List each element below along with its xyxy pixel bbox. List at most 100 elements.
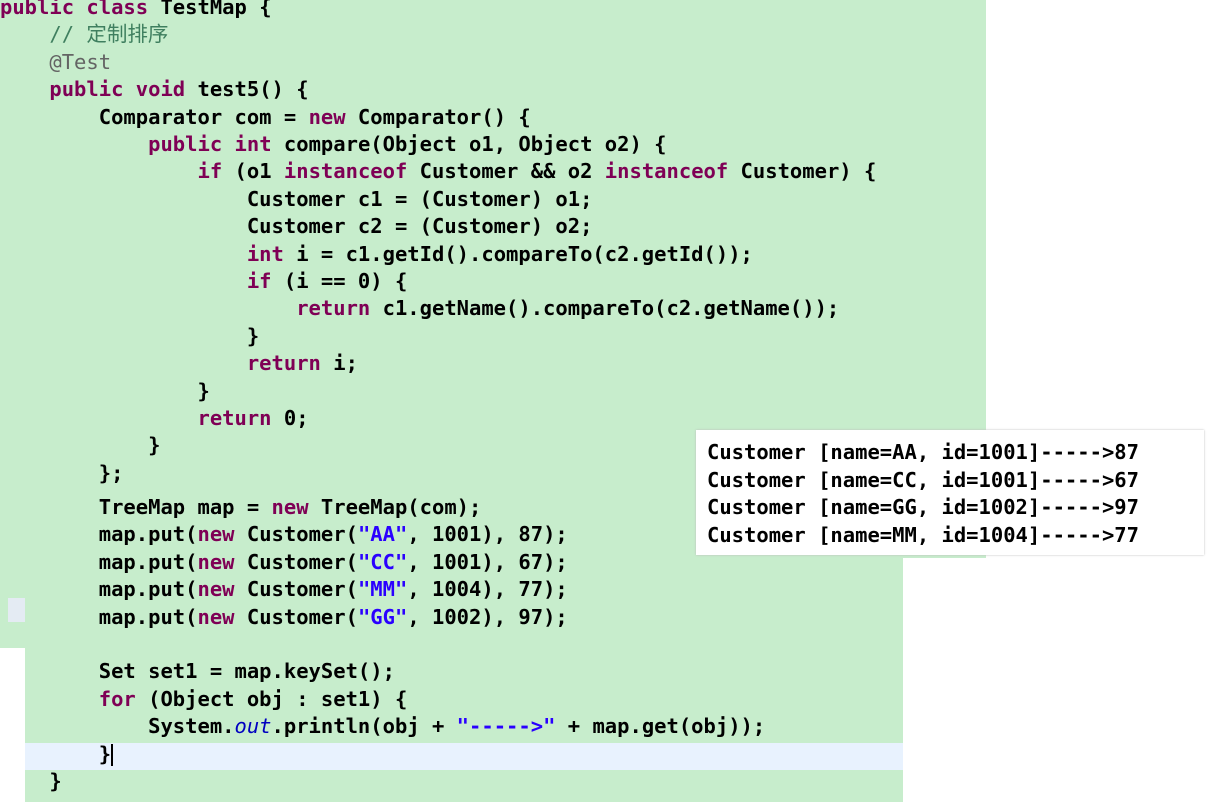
code-token: Customer( bbox=[234, 522, 358, 547]
code-line: map.put(new Customer("GG", 1002), 97); bbox=[25, 604, 568, 631]
code-token: "----->" bbox=[456, 714, 556, 739]
code-token: , 1001), 87); bbox=[407, 522, 568, 547]
code-token: (i == 0) { bbox=[271, 269, 408, 293]
code-line: for (Object obj : set1) { bbox=[25, 686, 408, 713]
code-line: // 定制排序 bbox=[0, 21, 168, 48]
code-line: if (i == 0) { bbox=[0, 268, 407, 295]
code-line: return c1.getName().compareTo(c2.getName… bbox=[0, 295, 839, 322]
code-token: "AA" bbox=[357, 522, 408, 547]
code-token: map.put( bbox=[98, 604, 198, 629]
code-token: class bbox=[86, 0, 149, 19]
text-caret bbox=[111, 743, 114, 766]
code-line: } bbox=[25, 768, 62, 795]
code-token: (o1 bbox=[222, 159, 284, 184]
current-line-highlight bbox=[25, 743, 903, 770]
code-line: map.put(new Customer("CC", 1001), 67); bbox=[25, 549, 568, 576]
code-line: public int compare(Object o1, Object o2)… bbox=[0, 131, 666, 158]
code-token: i; bbox=[320, 351, 358, 376]
code-token: c1.getName().compareTo(c2.getName()); bbox=[370, 296, 840, 321]
code-line: } bbox=[25, 741, 114, 768]
code-token: map.put( bbox=[98, 577, 198, 602]
code-token: , 1004), 77); bbox=[407, 577, 568, 602]
code-token: + map.get(obj)); bbox=[555, 714, 766, 739]
code-line: } bbox=[0, 378, 210, 405]
code-token: TreeMap map = bbox=[25, 495, 272, 519]
code-line: Customer c1 = (Customer) o1; bbox=[0, 186, 593, 213]
code-token: (Object obj : set1) { bbox=[135, 686, 408, 711]
code-line: map.put(new Customer("MM", 1004), 77); bbox=[25, 576, 568, 603]
code-token: int bbox=[0, 241, 284, 266]
code-token: .println(obj + bbox=[271, 714, 457, 739]
code-line: } bbox=[0, 432, 160, 459]
code-token: Customer) { bbox=[728, 159, 877, 184]
code-token: int bbox=[234, 132, 272, 156]
code-token: Set set1 = map.keySet(); bbox=[25, 659, 395, 684]
overlay-blank bbox=[986, 632, 1010, 802]
code-token: Comparator com = bbox=[0, 104, 309, 129]
code-token: }; bbox=[0, 460, 124, 485]
code-token: public bbox=[0, 77, 124, 102]
code-token: new bbox=[197, 549, 235, 574]
code-token: 0; bbox=[271, 406, 309, 430]
code-token: TreeMap(com); bbox=[308, 495, 482, 519]
code-token: instanceof bbox=[283, 159, 408, 184]
code-token: } bbox=[0, 378, 210, 403]
code-token: , 1002), 97); bbox=[407, 604, 568, 629]
code-token: , 1001), 67); bbox=[407, 549, 568, 574]
code-token: new bbox=[271, 495, 309, 519]
code-token: new bbox=[197, 522, 235, 547]
code-token: if bbox=[0, 159, 223, 184]
code-token: instanceof bbox=[604, 159, 729, 184]
console-line: Customer [name=CC, id=1001]----->67 bbox=[707, 468, 1139, 492]
code-token: for bbox=[98, 686, 136, 711]
code-token: TestMap { bbox=[148, 0, 272, 19]
code-line: Set set1 = map.keySet(); bbox=[25, 658, 395, 685]
code-token: map.put( bbox=[98, 549, 198, 574]
code-line: map.put(new Customer("AA", 1001), 87); bbox=[25, 521, 568, 548]
code-token: "MM" bbox=[357, 577, 408, 602]
code-token: "GG" bbox=[357, 604, 408, 629]
code-token: "CC" bbox=[357, 549, 408, 574]
code-token: } bbox=[98, 741, 112, 766]
code-token: Customer c1 = (Customer) o1; bbox=[0, 186, 593, 211]
code-line: if (o1 instanceof Customer && o2 instanc… bbox=[0, 158, 876, 185]
code-line: TreeMap map = new TreeMap(com); bbox=[25, 494, 482, 521]
code-token: Customer && o2 bbox=[407, 159, 605, 184]
code-token: } bbox=[0, 433, 161, 458]
code-token: public bbox=[0, 0, 75, 19]
code-token: void bbox=[135, 77, 186, 102]
code-token: map.put( bbox=[98, 522, 198, 547]
code-line: Customer c2 = (Customer) o2; bbox=[0, 213, 593, 240]
code-token: @Test bbox=[0, 49, 112, 74]
code-token: out bbox=[234, 714, 272, 739]
code-token: System. bbox=[148, 714, 235, 739]
console-output: Customer [name=AA, id=1001]----->87 Cust… bbox=[696, 430, 1204, 555]
code-token: // 定制排序 bbox=[0, 22, 169, 47]
code-token: return bbox=[0, 296, 371, 321]
code-token: public bbox=[0, 132, 223, 156]
gutter-marker bbox=[8, 598, 25, 622]
code-token: i = c1.getId().compareTo(c2.getId()); bbox=[283, 241, 753, 266]
code-token: return bbox=[0, 406, 272, 430]
code-token: Customer( bbox=[234, 604, 358, 629]
code-token: Comparator() { bbox=[345, 104, 531, 129]
code-token: new bbox=[197, 604, 235, 629]
console-line: Customer [name=AA, id=1001]----->87 bbox=[707, 440, 1139, 464]
code-token: new bbox=[308, 104, 346, 129]
code-token: } bbox=[0, 323, 260, 348]
code-line: public void test5() { bbox=[0, 76, 309, 103]
code-token: new bbox=[197, 577, 235, 602]
code-token: Customer( bbox=[234, 549, 358, 574]
code-token: test5() { bbox=[185, 77, 309, 102]
code-token: return bbox=[0, 351, 321, 376]
code-line: Comparator com = new Comparator() { bbox=[0, 104, 531, 131]
console-line: Customer [name=GG, id=1002]----->97 bbox=[707, 495, 1139, 519]
code-line: int i = c1.getId().compareTo(c2.getId())… bbox=[0, 241, 753, 268]
code-token: } bbox=[49, 769, 62, 793]
code-line: System.out.println(obj + "----->" + map.… bbox=[25, 713, 765, 740]
code-line: return i; bbox=[0, 350, 358, 377]
code-line: @Test bbox=[0, 49, 111, 76]
